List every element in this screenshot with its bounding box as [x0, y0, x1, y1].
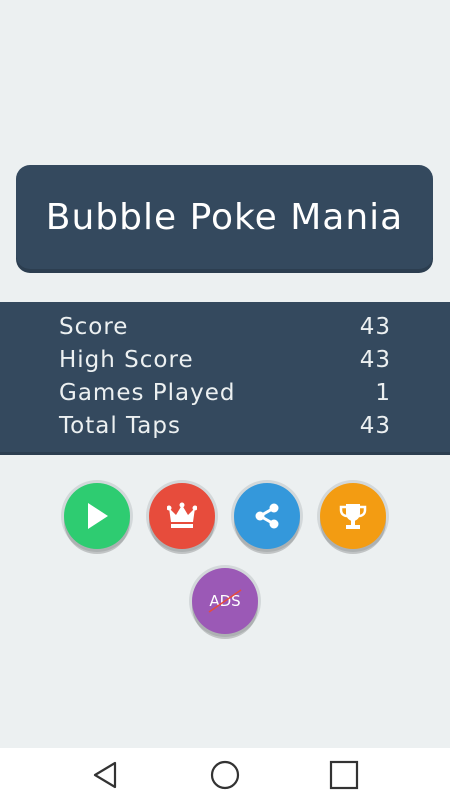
share-button[interactable] — [234, 483, 300, 549]
title-card: Bubble Poke Mania — [16, 165, 433, 269]
achievements-button[interactable] — [320, 483, 386, 549]
slash-icon — [208, 589, 242, 613]
recents-square-icon — [329, 760, 359, 790]
nav-home-button[interactable] — [208, 758, 242, 792]
trophy-icon — [339, 504, 367, 529]
stat-label: Score — [59, 313, 129, 340]
stat-row-high-score: High Score 43 — [59, 343, 391, 376]
stat-label: Total Taps — [59, 412, 181, 439]
stat-label: High Score — [59, 346, 194, 373]
no-ads-icon: ADS — [205, 589, 245, 613]
share-icon — [255, 503, 279, 529]
stat-value: 43 — [359, 412, 391, 439]
game-menu-screen: Bubble Poke Mania Score 43 High Score 43… — [0, 0, 450, 800]
stat-value: 43 — [359, 346, 391, 373]
remove-ads-button[interactable]: ADS — [192, 568, 258, 634]
nav-recents-button[interactable] — [327, 758, 361, 792]
leaderboard-button[interactable] — [149, 483, 215, 549]
stat-value: 43 — [359, 313, 391, 340]
home-circle-icon — [210, 760, 240, 790]
android-nav-bar — [0, 748, 450, 800]
stat-row-games-played: Games Played 1 — [59, 376, 391, 409]
nav-back-button[interactable] — [89, 758, 123, 792]
stat-value: 1 — [375, 379, 391, 406]
play-icon — [88, 503, 108, 529]
stat-row-total-taps: Total Taps 43 — [59, 409, 391, 442]
play-button[interactable] — [64, 483, 130, 549]
game-title: Bubble Poke Mania — [45, 196, 404, 238]
stats-panel: Score 43 High Score 43 Games Played 1 To… — [0, 302, 450, 452]
crown-icon — [167, 502, 197, 528]
stat-label: Games Played — [59, 379, 236, 406]
stat-row-score: Score 43 — [59, 310, 391, 343]
back-triangle-icon — [93, 761, 117, 789]
